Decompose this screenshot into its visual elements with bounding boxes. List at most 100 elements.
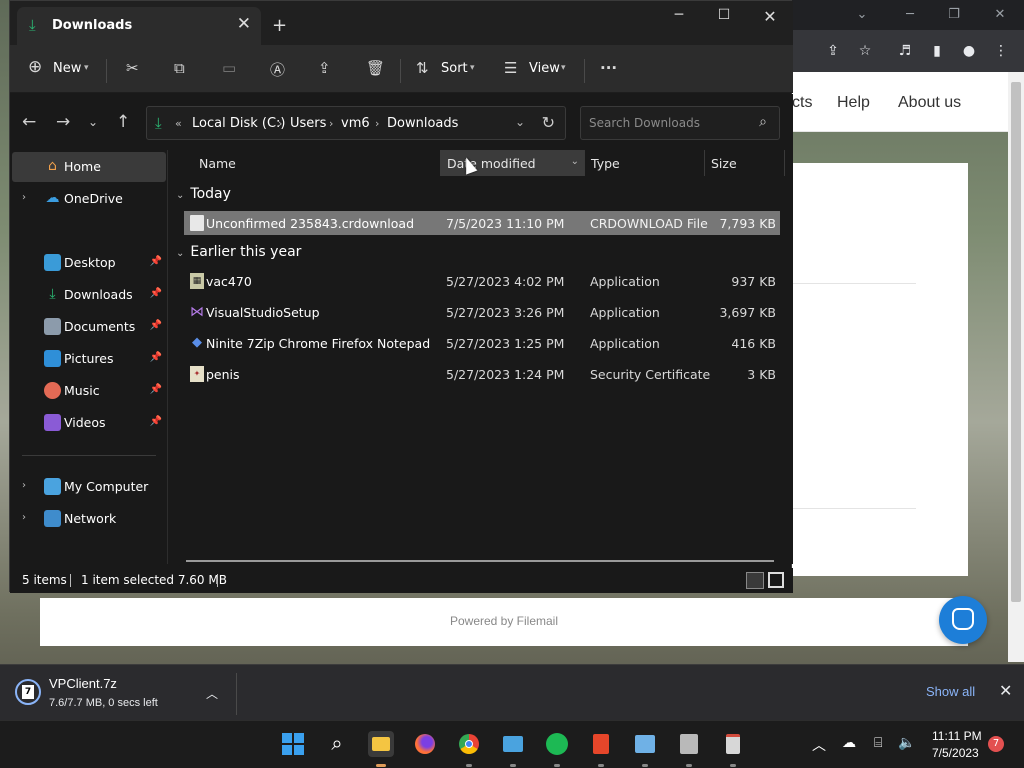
details-view-button[interactable] (746, 572, 764, 589)
search-icon[interactable]: ⌕ (324, 731, 350, 757)
clock-time[interactable]: 11:11 PM (932, 729, 982, 743)
chevron-up-icon[interactable]: ︿ (812, 735, 826, 755)
column-divider[interactable] (784, 150, 785, 176)
taskbar-notepad[interactable] (720, 731, 746, 767)
restore-icon[interactable]: ❐ (946, 7, 962, 23)
page-scrollbar[interactable] (1008, 72, 1024, 662)
tab-downloads[interactable]: ⤓ Downloads ✕ (17, 7, 261, 45)
taskbar-firefox[interactable] (412, 731, 438, 757)
recent-locations-icon[interactable]: ⌄ (88, 115, 98, 129)
new-button[interactable]: New (53, 61, 81, 76)
chevron-up-icon[interactable]: ︿ (206, 685, 218, 702)
chevron-right-icon[interactable]: › (22, 480, 26, 491)
chevron-down-icon[interactable]: ⌄ (571, 156, 579, 167)
sort-icon[interactable]: ⇅ (416, 59, 429, 77)
refresh-icon[interactable]: ↻ (542, 113, 555, 132)
breadcrumb-overflow[interactable]: « (175, 117, 182, 130)
scrollbar-thumb[interactable] (1011, 82, 1021, 602)
clock-date[interactable]: 7/5/2023 (932, 746, 979, 760)
breadcrumb-users[interactable]: Users (290, 116, 326, 131)
paste-icon[interactable]: ▭ (222, 59, 236, 77)
nav-link-about[interactable]: About us (898, 94, 961, 112)
show-all-button[interactable]: Show all (926, 684, 975, 699)
horizontal-scrollbar[interactable] (186, 560, 774, 562)
nav-link-products[interactable]: cts (792, 94, 812, 112)
chevron-down-icon[interactable]: ▾ (84, 63, 89, 73)
back-icon[interactable]: ← (22, 112, 36, 132)
chevron-down-icon[interactable]: ▾ (470, 63, 475, 73)
new-icon[interactable]: ⊕ (28, 57, 42, 77)
breadcrumb-vm6[interactable]: vm6 (341, 116, 370, 131)
start-button[interactable] (280, 731, 306, 757)
volume-icon[interactable]: 🔈 (898, 735, 915, 751)
column-divider[interactable] (704, 150, 705, 176)
sort-button[interactable]: Sort (441, 61, 468, 76)
column-header-type[interactable]: Type (591, 150, 620, 176)
cut-icon[interactable]: ✂ (126, 59, 139, 77)
rename-icon[interactable]: Ⓐ (270, 59, 285, 80)
notification-badge[interactable]: 7 (988, 736, 1004, 752)
archive-icon[interactable]: 7 (15, 679, 41, 705)
column-header-size[interactable]: Size (711, 150, 737, 176)
sidebar-item-onedrive[interactable]: › ☁ OneDrive (12, 184, 166, 214)
taskbar-spotify[interactable] (544, 731, 570, 767)
download-file-name[interactable]: VPClient.7z (49, 676, 117, 691)
forward-icon[interactable]: → (56, 112, 70, 132)
minimize-icon[interactable]: ─ (902, 7, 918, 23)
share-icon[interactable]: ⇪ (318, 59, 331, 77)
sidebar-item-downloads[interactable]: ⤓ Downloads 📌 (12, 280, 166, 310)
chevron-right-icon[interactable]: › (278, 117, 282, 130)
sidebar-item-desktop[interactable]: Desktop 📌 (12, 248, 166, 278)
close-icon[interactable]: ✕ (999, 681, 1012, 700)
sidebar-item-music[interactable]: Music 📌 (12, 376, 166, 406)
close-icon[interactable]: ✕ (992, 7, 1008, 23)
sidebar-item-videos[interactable]: Videos 📌 (12, 408, 166, 438)
chevron-down-icon[interactable]: ⌄ (176, 248, 184, 259)
nav-link-help[interactable]: Help (837, 94, 870, 112)
star-icon[interactable]: ☆ (856, 42, 874, 60)
up-icon[interactable]: ↑ (116, 112, 130, 132)
taskbar-chrome[interactable] (456, 731, 482, 767)
chevron-down-icon[interactable]: ⌄ (176, 190, 184, 201)
taskbar-control-panel[interactable] (500, 731, 526, 767)
chat-button[interactable] (939, 596, 987, 644)
menu-icon[interactable]: ⋮ (992, 42, 1010, 60)
file-row[interactable]: ⋈ VisualStudioSetup 5/27/2023 3:26 PM Ap… (184, 300, 780, 324)
chevron-right-icon[interactable]: › (375, 117, 379, 130)
sidebar-item-my-computer[interactable]: › My Computer (12, 472, 166, 502)
chevron-right-icon[interactable]: › (22, 192, 26, 203)
chevron-down-icon[interactable]: ▾ (561, 63, 566, 73)
sidebar-item-home[interactable]: ⌂ Home (12, 152, 166, 182)
cloud-offline-icon[interactable]: ☁ (842, 735, 856, 751)
search-icon[interactable]: ⌕ (759, 114, 767, 130)
media-icon[interactable]: ♬ (896, 42, 914, 60)
sidebar-item-network[interactable]: › Network (12, 504, 166, 534)
taskbar-file-explorer[interactable] (368, 731, 394, 767)
sidebar-item-pictures[interactable]: Pictures 📌 (12, 344, 166, 374)
more-options-button[interactable]: ··· (600, 59, 617, 77)
search-input[interactable]: Search Downloads (589, 116, 700, 130)
chevron-down-icon[interactable]: ⌄ (854, 7, 870, 23)
breadcrumb-downloads[interactable]: Downloads (387, 116, 458, 131)
address-bar[interactable]: ⤓ « Local Disk (C:) › Users › vm6 › Down… (146, 106, 566, 140)
view-button[interactable]: View (529, 61, 560, 76)
taskbar-office[interactable] (588, 731, 614, 767)
close-tab-icon[interactable]: ✕ (237, 14, 251, 34)
chevron-right-icon[interactable]: › (22, 512, 26, 523)
file-row[interactable]: ▦ vac470 5/27/2023 4:02 PM Application 9… (184, 269, 780, 293)
sidepanel-icon[interactable]: ▮ (928, 42, 946, 60)
group-header-today[interactable]: ⌄ Today (176, 186, 231, 202)
network-icon[interactable]: ⌸ (874, 735, 882, 751)
chevron-down-icon[interactable]: ⌄ (515, 115, 525, 129)
group-header-earlier[interactable]: ⌄ Earlier this year (176, 244, 301, 260)
column-header-name[interactable]: Name (199, 150, 236, 176)
taskbar-app[interactable] (632, 731, 658, 767)
copy-icon[interactable]: ⧉ (174, 59, 185, 77)
share-icon[interactable]: ⇪ (824, 42, 842, 60)
file-row[interactable]: Unconfirmed 235843.crdownload 7/5/2023 1… (184, 211, 780, 235)
new-tab-icon[interactable]: + (272, 15, 287, 36)
sidebar-item-documents[interactable]: Documents 📌 (12, 312, 166, 342)
profile-icon[interactable]: ● (960, 42, 978, 60)
maximize-icon[interactable]: ☐ (709, 7, 739, 27)
breadcrumb-local-disk[interactable]: Local Disk (C:) (192, 116, 285, 131)
